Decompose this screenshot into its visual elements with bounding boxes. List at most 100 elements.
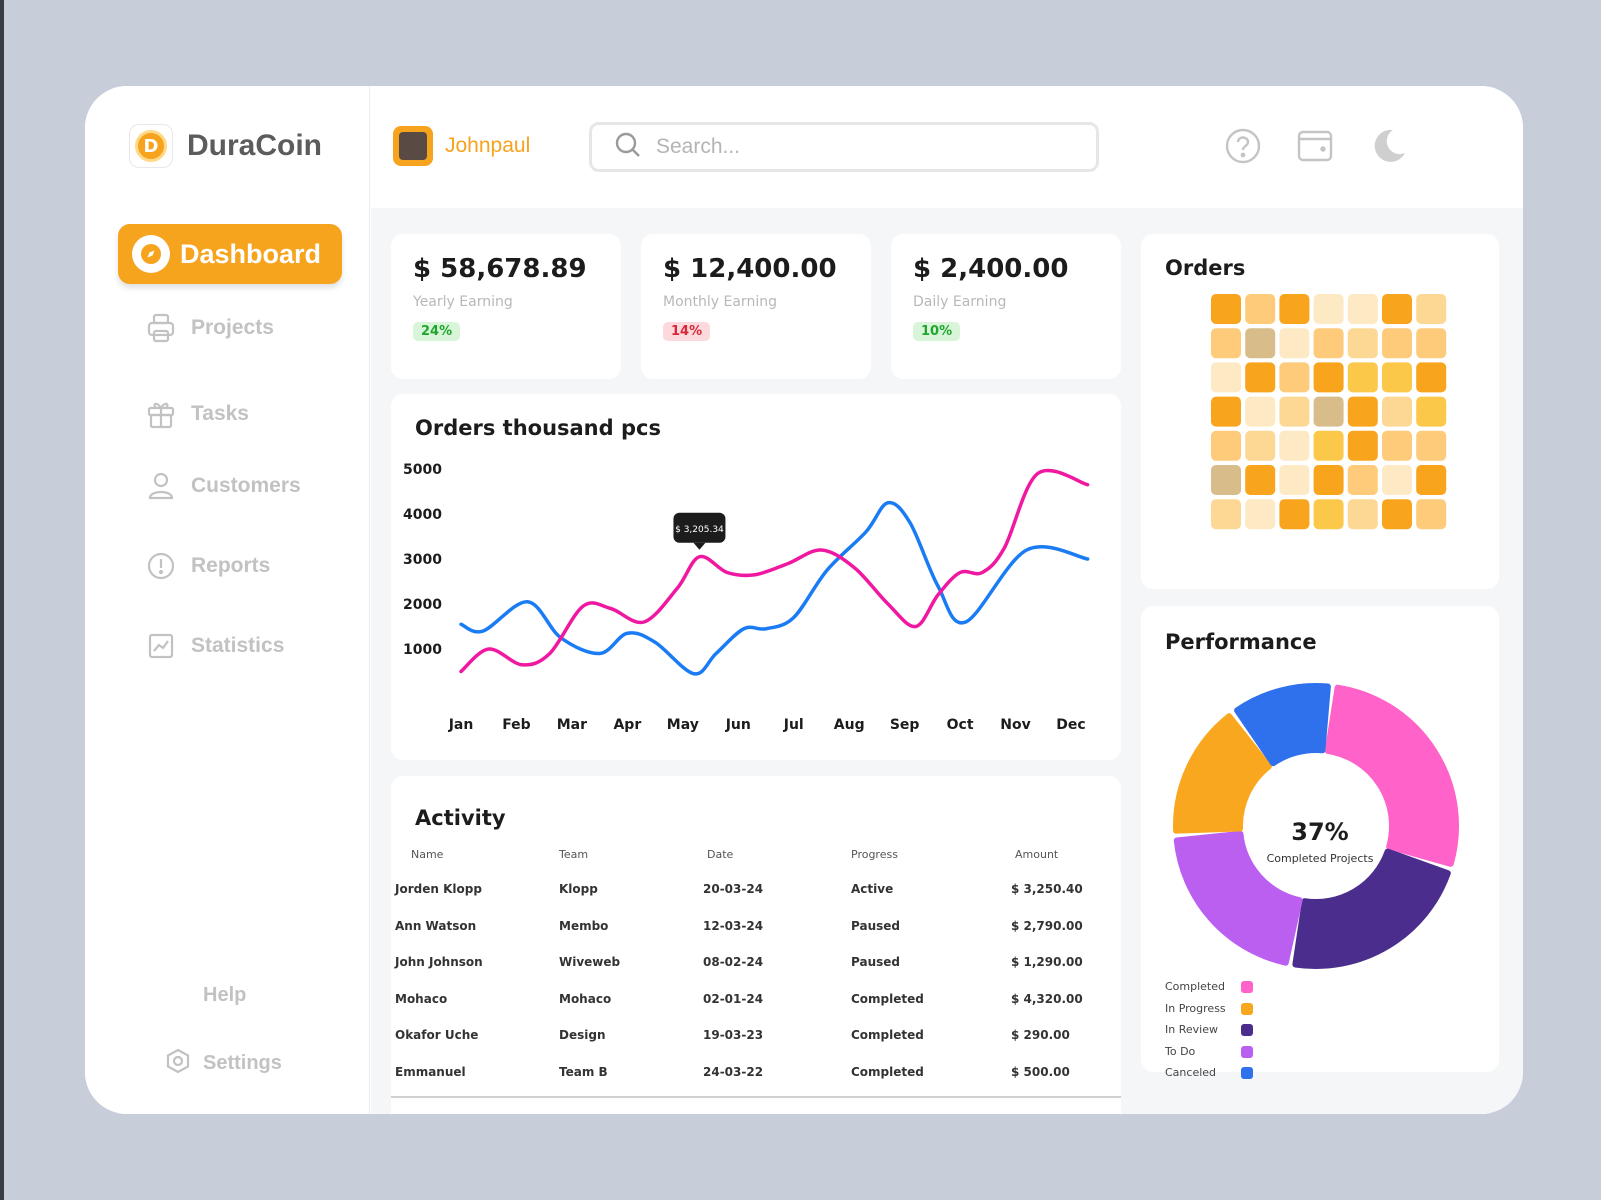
sidebar-item-projects[interactable]: Projects (145, 312, 274, 344)
heatmap-cell[interactable] (1416, 396, 1447, 427)
heatmap-cell[interactable] (1245, 465, 1276, 495)
table-cell: $ 500.00 (1011, 1064, 1070, 1079)
search-input[interactable] (656, 135, 1056, 159)
heatmap-cell[interactable] (1347, 294, 1378, 324)
heatmap-cell[interactable] (1245, 362, 1276, 393)
sidebar-item-tasks[interactable]: Tasks (145, 398, 249, 430)
table-header-date[interactable]: Date (707, 848, 733, 861)
settings-link[interactable]: Settings (165, 1048, 282, 1078)
table-cell: Paused (851, 955, 900, 969)
heatmap-cell[interactable] (1347, 328, 1378, 359)
change-badge: 14% (663, 322, 711, 341)
sidebar-item-customers[interactable]: Customers (145, 470, 301, 502)
heatmap-cell[interactable] (1416, 362, 1447, 393)
heatmap-cell[interactable] (1313, 465, 1344, 495)
orders-heatmap-grid (1211, 294, 1447, 530)
table-header-amount[interactable]: Amount (1015, 848, 1058, 861)
moon-icon[interactable] (1369, 126, 1409, 166)
window-edge (0, 0, 4, 1200)
heatmap-cell[interactable] (1313, 430, 1344, 461)
stat-value: $ 12,400.00 (663, 254, 837, 284)
sidebar-item-label: Customers (191, 474, 301, 497)
search-box[interactable] (589, 122, 1099, 172)
heatmap-cell[interactable] (1382, 465, 1412, 495)
heatmap-cell[interactable] (1245, 328, 1276, 359)
heatmap-cell[interactable] (1211, 362, 1241, 393)
activity-title: Activity (415, 806, 506, 830)
stat-label: Yearly Earning (413, 294, 513, 310)
heatmap-cell[interactable] (1416, 499, 1447, 530)
series-line-1[interactable] (459, 468, 1090, 674)
heatmap-cell[interactable] (1416, 465, 1447, 495)
brand-logo-icon: D (129, 124, 173, 168)
user-profile[interactable]: Johnpaul (393, 126, 530, 166)
heatmap-cell[interactable] (1313, 396, 1344, 427)
heatmap-cell[interactable] (1313, 362, 1344, 393)
heatmap-cell[interactable] (1211, 430, 1241, 461)
table-cell: 20-03-24 (703, 882, 764, 896)
help-link[interactable]: Help (203, 984, 246, 1007)
table-header-team[interactable]: Team (559, 848, 588, 861)
heatmap-cell[interactable] (1416, 294, 1447, 324)
heatmap-cell[interactable] (1279, 294, 1310, 324)
tooltip-pointer (693, 542, 706, 550)
heatmap-cell[interactable] (1211, 499, 1241, 530)
table-header-progress[interactable]: Progress (851, 848, 898, 861)
heatmap-cell[interactable] (1313, 294, 1344, 324)
legend-item: To Do (1165, 1045, 1253, 1058)
legend-swatch (1241, 1067, 1253, 1079)
legend-item: Completed (1165, 980, 1253, 993)
heatmap-cell[interactable] (1279, 430, 1310, 461)
x-tick-label: Sep (890, 717, 920, 733)
table-cell: 24-03-22 (703, 1064, 764, 1079)
heatmap-cell[interactable] (1279, 362, 1310, 393)
x-tick-label: May (667, 717, 699, 733)
brand-name: DuraCoin (187, 129, 322, 162)
heatmap-cell[interactable] (1245, 430, 1276, 461)
heatmap-cell[interactable] (1347, 362, 1378, 393)
legend-label: In Progress (1165, 1001, 1226, 1015)
sidebar-item-statistics[interactable]: Statistics (145, 630, 284, 662)
heatmap-cell[interactable] (1347, 499, 1378, 530)
heatmap-cell[interactable] (1245, 396, 1276, 427)
table-cell: Mohaco (395, 991, 448, 1006)
sidebar: D DuraCoin Dashboard Projects Tasks Cust… (85, 86, 370, 1114)
heatmap-cell[interactable] (1211, 465, 1241, 495)
heatmap-cell[interactable] (1211, 396, 1241, 427)
table-header-name[interactable]: Name (411, 848, 443, 861)
heatmap-cell[interactable] (1347, 396, 1378, 427)
heatmap-cell[interactable] (1416, 328, 1447, 359)
x-tick-label: Mar (557, 717, 587, 733)
heatmap-cell[interactable] (1382, 396, 1412, 427)
stat-value: $ 58,678.89 (413, 254, 587, 284)
heatmap-cell[interactable] (1347, 430, 1378, 461)
heatmap-cell[interactable] (1382, 499, 1412, 530)
heatmap-cell[interactable] (1211, 328, 1241, 359)
heatmap-cell[interactable] (1279, 465, 1310, 495)
heatmap-cell[interactable] (1382, 362, 1412, 393)
heatmap-cell[interactable] (1279, 499, 1310, 530)
heatmap-cell[interactable] (1382, 328, 1412, 359)
legend-item: Canceled (1165, 1066, 1253, 1079)
sidebar-item-reports[interactable]: Reports (145, 550, 270, 582)
x-tick-label: Feb (502, 717, 531, 733)
heatmap-cell[interactable] (1416, 430, 1447, 461)
heatmap-cell[interactable] (1313, 499, 1344, 530)
heatmap-cell[interactable] (1279, 396, 1310, 427)
donut-segment-in-review[interactable] (1292, 848, 1451, 969)
heatmap-cell[interactable] (1279, 328, 1310, 359)
help-icon[interactable] (1223, 126, 1263, 166)
stat-card-monthly: $ 12,400.00 Monthly Earning 14% (641, 234, 871, 379)
heatmap-cell[interactable] (1382, 294, 1412, 324)
heatmap-cell[interactable] (1211, 294, 1241, 324)
heatmap-cell[interactable] (1347, 465, 1378, 495)
donut-center-label: Completed Projects (1266, 852, 1374, 865)
sidebar-item-dashboard[interactable]: Dashboard (118, 224, 342, 284)
legend-swatch (1241, 1045, 1253, 1058)
heatmap-cell[interactable] (1313, 328, 1344, 359)
wallet-icon[interactable] (1295, 126, 1335, 166)
heatmap-cell[interactable] (1382, 430, 1412, 461)
heatmap-cell[interactable] (1245, 499, 1276, 530)
brand[interactable]: D DuraCoin (129, 124, 322, 168)
heatmap-cell[interactable] (1245, 294, 1276, 324)
